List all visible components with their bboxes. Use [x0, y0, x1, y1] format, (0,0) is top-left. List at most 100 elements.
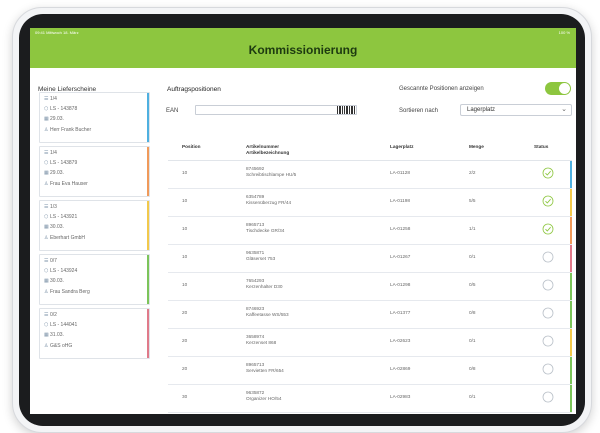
sidebar: Meine Lieferscheine ☰ 1/4 ⬡ LS - 143878 ▦29.… [30, 68, 155, 414]
cell-menge: 0/8 [469, 310, 476, 315]
cell-artikel: 7654293 Kerzenhalter D30 [246, 278, 282, 290]
card-count: 0/2 [50, 312, 57, 318]
cell-artikelbezeichnung: Kerzenset 868 [246, 340, 277, 345]
card-ls-line: ⬡ LS - 143878 [44, 106, 77, 112]
cell-artikelbezeichnung: Gläserset 753 [246, 256, 276, 261]
table-row[interactable]: 10 LA-01198 5/5 6354789 Kissenüberzug FR/44 [168, 189, 572, 217]
status-empty-circle-icon[interactable] [542, 335, 554, 347]
card-ls: LS - 143878 [50, 106, 78, 112]
delivery-note-card[interactable]: ☰ 1/4 ⬡ LS - 143878 ▦29.03. ♙ Herr Frank Buche… [39, 92, 150, 143]
card-count: 1/4 [50, 150, 57, 156]
table-row[interactable]: 10 LA-01298 0/5 7654293 Kerzenhalter D30 [168, 273, 572, 301]
page-title: Kommissionierung [248, 43, 358, 57]
ean-input[interactable] [195, 105, 357, 115]
card-date: 31.03. [50, 332, 64, 338]
card-name-line: ♙ Eberhart GmbH [44, 235, 85, 241]
row-color-bar [570, 301, 572, 328]
status-check-icon[interactable] [542, 167, 554, 179]
card-date-line: ▦30.03. [44, 278, 64, 284]
header-menge: Menge [469, 144, 484, 149]
status-empty-circle-icon[interactable] [542, 307, 554, 319]
cell-artikelbezeichnung: Kaffeetasse WS/553 [246, 312, 289, 317]
status-battery: 100 % [558, 30, 570, 35]
card-count: 1/4 [50, 96, 57, 102]
cell-artikel: 9635871 Gläserset 753 [246, 250, 275, 262]
cell-position: 10 [182, 170, 188, 175]
card-name: Frau Sandra Berg [50, 289, 90, 295]
status-empty-circle-icon[interactable] [542, 363, 554, 375]
delivery-note-card[interactable]: ☰ 1/4 ⬡ LS - 143879 ▦29.03. ♙ Frau Eva Hauser [39, 146, 150, 197]
delivery-note-card[interactable]: ☰ 1/3 ⬡ LS - 143921 ▦30.03. ♙ Eberhart GmbH [39, 200, 150, 251]
show-scanned-toggle[interactable] [545, 82, 571, 95]
card-color-bar [147, 255, 149, 304]
cell-position: 20 [182, 310, 188, 315]
card-count-line: ☰ 1/4 [44, 150, 57, 156]
card-name-line: ♙ Herr Frank Bucher [44, 127, 91, 133]
section-title: Auftragspositionen [167, 86, 221, 93]
table-body: 10 LA-01128 2/2 8745692 Schreibtischlampe HU… [168, 161, 572, 413]
sort-label: Sortieren nach [399, 108, 439, 114]
cell-lagerplatz: LA-02869 [390, 366, 411, 371]
app-screen: 09:41 Mittwoch 18. März 100 % Kommission… [30, 28, 576, 414]
cell-position: 10 [182, 226, 188, 231]
toggle-knob [559, 83, 570, 94]
card-count-line: ☰ 0/2 [44, 312, 57, 318]
cell-position: 20 [182, 338, 188, 343]
cell-menge: 5/5 [469, 198, 476, 203]
row-color-bar [570, 189, 572, 216]
header-position: Position [182, 144, 201, 149]
card-name-line: ♙ G&S oHG [44, 343, 72, 349]
status-check-icon[interactable] [542, 223, 554, 235]
card-count: 1/3 [50, 204, 57, 210]
ean-label: EAN [166, 108, 179, 114]
sort-select[interactable]: Lagerplatz ⌄ [460, 104, 572, 116]
table-row[interactable]: 20 LA-02623 0/1 3658974 Kerzenset 868 [168, 329, 572, 357]
cell-artikel: 8965713 Tischdecke GR/34 [246, 222, 284, 234]
card-date-line: ▦30.03. [44, 224, 64, 230]
cell-menge: 0/8 [469, 366, 476, 371]
cell-menge: 0/1 [469, 254, 476, 259]
card-count: 0/7 [50, 258, 57, 264]
sort-select-value: Lagerplatz [467, 107, 496, 113]
card-name: Frau Eva Hauser [50, 181, 88, 187]
card-ls: LS - 143921 [50, 214, 78, 220]
status-empty-circle-icon[interactable] [542, 391, 554, 403]
cell-menge: 0/5 [469, 282, 476, 287]
card-ls: LS - 143924 [50, 268, 78, 274]
cell-lagerplatz: LA-01377 [390, 310, 411, 315]
cell-lagerplatz: LA-01298 [390, 282, 411, 287]
card-date: 30.03. [50, 224, 64, 230]
cell-menge: 0/1 [469, 338, 476, 343]
cell-position: 10 [182, 198, 188, 203]
cell-artikelbezeichnung: Kerzenhalter D30 [246, 284, 283, 289]
positions-table: Position Artikelnummer Artikelbezeichnun… [168, 138, 572, 413]
card-count-line: ☰ 1/3 [44, 204, 57, 210]
cell-artikel: 8965713 Servietten FR/654 [246, 362, 284, 374]
card-ls-line: ⬡ LS - 143921 [44, 214, 77, 220]
status-empty-circle-icon[interactable] [542, 279, 554, 291]
card-ls-line: ⬡ LS - 143879 [44, 160, 77, 166]
table-row[interactable]: 20 LA-01377 0/8 8746923 Kaffeetasse WS/553 [168, 301, 572, 329]
barcode-scan-icon[interactable] [336, 105, 356, 115]
card-ls-line: ⬡ LS - 143924 [44, 268, 77, 274]
cell-artikelbezeichnung: Tischdecke GR/34 [246, 228, 285, 233]
delivery-note-card[interactable]: ☰ 0/2 ⬡ LS - 144041 ▦31.03. ♙ G&S oHG [39, 308, 150, 359]
card-color-bar [147, 309, 149, 358]
delivery-note-card[interactable]: ☰ 0/7 ⬡ LS - 143924 ▦30.03. ♙ Frau Sandra Berg [39, 254, 150, 305]
table-row[interactable]: 10 LA-01258 1/1 8965713 Tischdecke GR/34 [168, 217, 572, 245]
cell-lagerplatz: LA-02623 [390, 338, 411, 343]
cell-position: 10 [182, 282, 188, 287]
card-date-line: ▦29.03. [44, 116, 64, 122]
status-empty-circle-icon[interactable] [542, 251, 554, 263]
card-date-line: ▦31.03. [44, 332, 64, 338]
card-color-bar [147, 93, 149, 142]
status-check-icon[interactable] [542, 195, 554, 207]
cell-menge: 0/1 [469, 394, 476, 399]
card-date-line: ▦29.03. [44, 170, 64, 176]
table-row[interactable]: 10 LA-01128 2/2 8745692 Schreibtischlampe HU… [168, 161, 572, 189]
table-row[interactable]: 30 LA-02983 0/1 9635872 Organizer HO/54 [168, 385, 572, 413]
card-color-bar [147, 201, 149, 250]
table-row[interactable]: 20 LA-02869 0/8 8965713 Servietten FR/654 [168, 357, 572, 385]
cell-artikelbezeichnung: Organizer HO/54 [246, 396, 282, 401]
table-row[interactable]: 10 LA-01267 0/1 9635871 Gläserset 753 [168, 245, 572, 273]
